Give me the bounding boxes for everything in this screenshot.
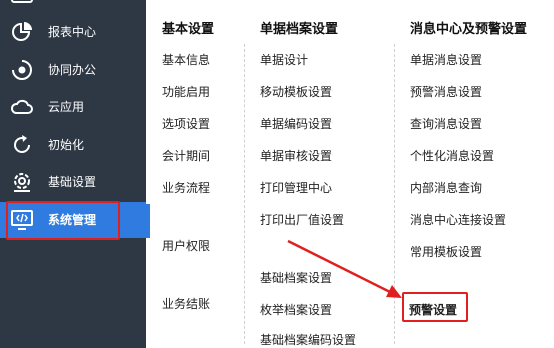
- red-arrow-annotation: [287, 239, 402, 298]
